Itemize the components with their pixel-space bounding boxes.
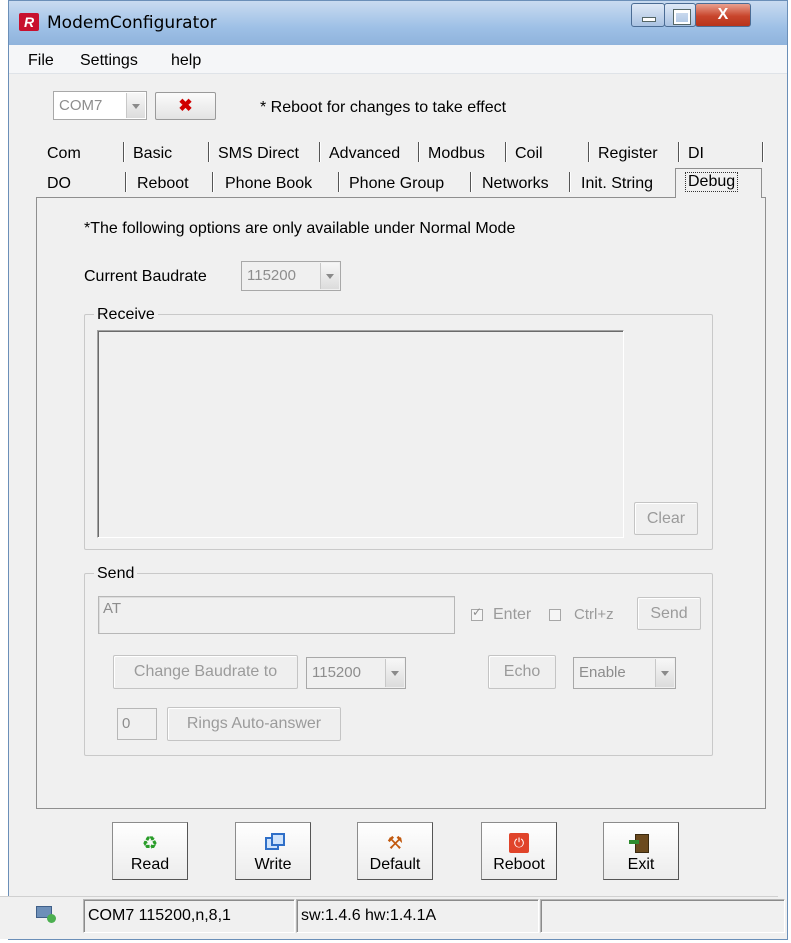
tools-icon: ⚒ xyxy=(386,833,404,853)
com-port-value: COM7 xyxy=(59,97,103,114)
normal-mode-note: *The following options are only availabl… xyxy=(84,220,516,237)
tab-advanced[interactable]: Advanced xyxy=(329,145,400,163)
receive-legend: Receive xyxy=(94,306,158,324)
rings-input[interactable]: 0 xyxy=(117,708,157,740)
tab-divider xyxy=(418,142,420,162)
tab-divider xyxy=(588,142,590,162)
chevron-down-icon xyxy=(655,659,674,687)
menu-settings[interactable]: Settings xyxy=(80,52,138,70)
tab-sms-direct[interactable]: SMS Direct xyxy=(218,145,299,163)
tab-divider xyxy=(505,142,507,162)
current-baudrate-value: 115200 xyxy=(247,267,296,284)
menu-file[interactable]: File xyxy=(28,52,54,70)
current-baudrate-select[interactable]: 115200 xyxy=(241,261,341,291)
tab-divider xyxy=(470,172,472,192)
network-icon xyxy=(36,906,58,924)
chevron-down-icon xyxy=(126,93,145,118)
tab-divider xyxy=(212,172,214,192)
tab-divider xyxy=(125,172,127,192)
tab-modbus[interactable]: Modbus xyxy=(428,145,485,163)
write-button[interactable]: Write xyxy=(235,822,311,880)
echo-value: Enable xyxy=(579,664,626,681)
change-baudrate-value: 115200 xyxy=(312,664,361,681)
ctrlz-checkbox[interactable] xyxy=(549,609,561,621)
status-port-info: COM7 115200,n,8,1 xyxy=(83,899,295,933)
status-version: sw:1.4.6 hw:1.4.1A xyxy=(296,899,539,933)
tab-di[interactable]: DI xyxy=(688,145,704,163)
tab-divider xyxy=(762,142,764,162)
disconnect-button[interactable]: ✖ xyxy=(155,92,216,120)
receive-textarea[interactable] xyxy=(97,330,624,538)
minimize-button[interactable] xyxy=(631,3,665,27)
rings-auto-answer-button[interactable]: Rings Auto-answer xyxy=(167,707,341,741)
send-text-input[interactable]: AT xyxy=(98,596,455,634)
recycle-icon: ♻ xyxy=(141,833,159,853)
tab-divider xyxy=(319,142,321,162)
tab-divider xyxy=(338,172,340,192)
ctrlz-label: Ctrl+z xyxy=(574,606,614,623)
tab-divider xyxy=(569,172,571,192)
reboot-button[interactable]: ⏻ Reboot xyxy=(481,822,557,880)
tab-divider xyxy=(123,142,125,162)
echo-button[interactable]: Echo xyxy=(488,655,556,689)
windows-icon xyxy=(263,833,285,853)
tab-reboot[interactable]: Reboot xyxy=(137,175,189,193)
tab-phone-group[interactable]: Phone Group xyxy=(349,175,444,193)
app-logo-icon: R xyxy=(19,13,39,31)
maximize-button[interactable] xyxy=(664,3,696,27)
com-port-select[interactable]: COM7 xyxy=(53,91,147,120)
exit-door-icon xyxy=(629,833,651,853)
reboot-label: Reboot xyxy=(493,856,545,873)
default-label: Default xyxy=(369,856,421,873)
tab-divider xyxy=(208,142,210,162)
tab-debug-label: Debug xyxy=(684,172,739,192)
send-legend: Send xyxy=(94,565,138,583)
title-bar[interactable]: R ModemConfigurator X xyxy=(9,1,787,45)
change-baudrate-select[interactable]: 115200 xyxy=(306,657,406,689)
tab-do[interactable]: DO xyxy=(47,175,71,193)
close-button[interactable]: X xyxy=(695,3,751,27)
tab-register[interactable]: Register xyxy=(598,145,658,163)
chevron-down-icon xyxy=(320,263,339,289)
tab-divider xyxy=(678,142,680,162)
read-label: Read xyxy=(130,856,170,873)
default-button[interactable]: ⚒ Default xyxy=(357,822,433,880)
status-empty-cell xyxy=(540,899,785,933)
clear-button[interactable]: Clear xyxy=(634,502,698,535)
tab-networks[interactable]: Networks xyxy=(482,175,549,193)
reboot-note: * Reboot for changes to take effect xyxy=(260,99,507,116)
current-baudrate-label: Current Baudrate xyxy=(84,268,207,285)
write-label: Write xyxy=(254,856,292,873)
read-button[interactable]: ♻ Read xyxy=(112,822,188,880)
tab-init-string[interactable]: Init. String xyxy=(581,175,653,193)
checkmark-icon: ✓ xyxy=(472,605,483,619)
send-button[interactable]: Send xyxy=(637,597,701,630)
echo-select[interactable]: Enable xyxy=(573,657,676,689)
tab-basic[interactable]: Basic xyxy=(133,145,172,163)
enter-checkbox[interactable]: ✓ xyxy=(471,605,483,621)
window-title: ModemConfigurator xyxy=(47,13,217,33)
change-baudrate-button[interactable]: Change Baudrate to xyxy=(113,655,298,689)
menu-help[interactable]: help xyxy=(171,52,201,70)
power-icon: ⏻ xyxy=(509,833,529,853)
tab-com[interactable]: Com xyxy=(47,145,81,163)
exit-button[interactable]: Exit xyxy=(603,822,679,880)
exit-label: Exit xyxy=(627,856,655,873)
enter-label: Enter xyxy=(493,606,532,623)
tab-phone-book[interactable]: Phone Book xyxy=(225,175,312,193)
chevron-down-icon xyxy=(385,659,404,687)
tab-coil[interactable]: Coil xyxy=(515,145,543,163)
